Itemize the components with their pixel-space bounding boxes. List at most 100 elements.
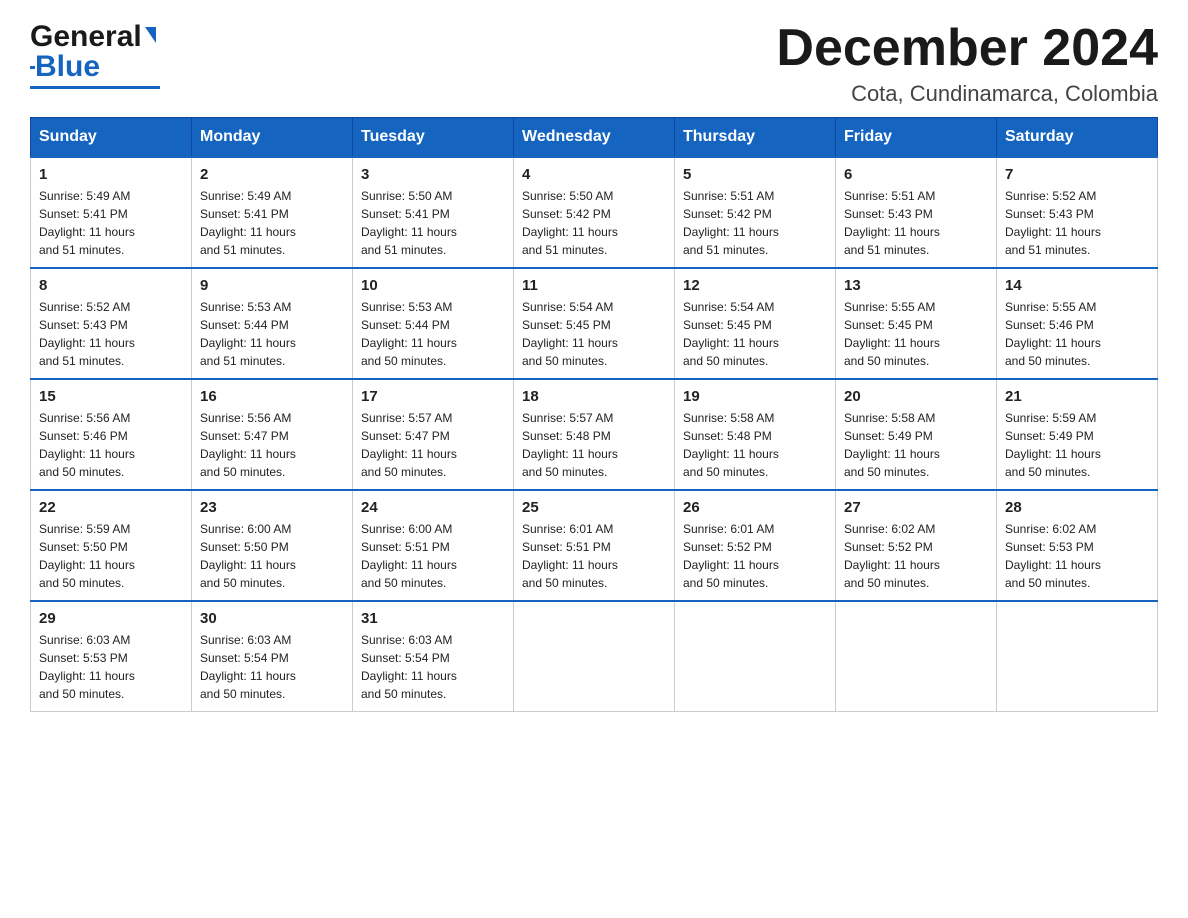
day-info: Sunrise: 5:51 AM Sunset: 5:42 PM Dayligh…	[683, 187, 827, 259]
logo: General Blue	[30, 20, 160, 89]
calendar-cell: 10 Sunrise: 5:53 AM Sunset: 5:44 PM Dayli…	[353, 268, 514, 379]
calendar-cell: 15 Sunrise: 5:56 AM Sunset: 5:46 PM Dayli…	[31, 379, 192, 490]
day-info: Sunrise: 5:59 AM Sunset: 5:50 PM Dayligh…	[39, 520, 183, 592]
day-info: Sunrise: 5:53 AM Sunset: 5:44 PM Dayligh…	[361, 298, 505, 370]
day-info: Sunrise: 5:50 AM Sunset: 5:41 PM Dayligh…	[361, 187, 505, 259]
day-info: Sunrise: 5:52 AM Sunset: 5:43 PM Dayligh…	[39, 298, 183, 370]
day-info: Sunrise: 5:56 AM Sunset: 5:47 PM Dayligh…	[200, 409, 344, 481]
calendar-cell: 5 Sunrise: 5:51 AM Sunset: 5:42 PM Daylig…	[675, 157, 836, 268]
day-number: 6	[844, 166, 988, 183]
day-info: Sunrise: 5:54 AM Sunset: 5:45 PM Dayligh…	[683, 298, 827, 370]
logo-underline	[30, 86, 160, 89]
day-info: Sunrise: 5:49 AM Sunset: 5:41 PM Dayligh…	[39, 187, 183, 259]
day-info: Sunrise: 6:03 AM Sunset: 5:53 PM Dayligh…	[39, 631, 183, 703]
column-header-saturday: Saturday	[997, 118, 1158, 158]
day-info: Sunrise: 5:52 AM Sunset: 5:43 PM Dayligh…	[1005, 187, 1149, 259]
day-number: 13	[844, 277, 988, 294]
day-info: Sunrise: 5:58 AM Sunset: 5:49 PM Dayligh…	[844, 409, 988, 481]
day-number: 5	[683, 166, 827, 183]
day-info: Sunrise: 6:00 AM Sunset: 5:50 PM Dayligh…	[200, 520, 344, 592]
day-number: 24	[361, 499, 505, 516]
day-info: Sunrise: 5:49 AM Sunset: 5:41 PM Dayligh…	[200, 187, 344, 259]
day-info: Sunrise: 5:51 AM Sunset: 5:43 PM Dayligh…	[844, 187, 988, 259]
calendar-cell: 13Sunrise: 5:55 AM Sunset: 5:45 PM Dayli…	[836, 268, 997, 379]
page-header: General Blue December 2024 Cota, Cundina…	[30, 20, 1158, 107]
calendar-cell: 26 Sunrise: 6:01 AM Sunset: 5:52 PM Dayli…	[675, 490, 836, 601]
day-number: 23	[200, 499, 344, 516]
day-info: Sunrise: 5:50 AM Sunset: 5:42 PM Dayligh…	[522, 187, 666, 259]
calendar-cell: 27 Sunrise: 6:02 AM Sunset: 5:52 PM Dayli…	[836, 490, 997, 601]
day-info: Sunrise: 5:57 AM Sunset: 5:48 PM Dayligh…	[522, 409, 666, 481]
calendar-cell: 8 Sunrise: 5:52 AM Sunset: 5:43 PM Daylig…	[31, 268, 192, 379]
day-number: 11	[522, 277, 666, 294]
calendar-cell: 16 Sunrise: 5:56 AM Sunset: 5:47 PM Dayli…	[192, 379, 353, 490]
day-number: 14	[1005, 277, 1149, 294]
day-info: Sunrise: 5:58 AM Sunset: 5:48 PM Dayligh…	[683, 409, 827, 481]
day-info: Sunrise: 5:59 AM Sunset: 5:49 PM Dayligh…	[1005, 409, 1149, 481]
day-number: 19	[683, 388, 827, 405]
calendar-cell	[514, 601, 675, 712]
calendar-cell: 11 Sunrise: 5:54 AM Sunset: 5:45 PM Dayli…	[514, 268, 675, 379]
calendar-subtitle: Cota, Cundinamarca, Colombia	[776, 81, 1158, 107]
calendar-cell: 1 Sunrise: 5:49 AM Sunset: 5:41 PM Daylig…	[31, 157, 192, 268]
day-info: Sunrise: 6:02 AM Sunset: 5:52 PM Dayligh…	[844, 520, 988, 592]
column-header-tuesday: Tuesday	[353, 118, 514, 158]
day-number: 8	[39, 277, 183, 294]
day-number: 2	[200, 166, 344, 183]
calendar-cell: 7 Sunrise: 5:52 AM Sunset: 5:43 PM Daylig…	[997, 157, 1158, 268]
column-header-wednesday: Wednesday	[514, 118, 675, 158]
calendar-header-row: SundayMondayTuesdayWednesdayThursdayFrid…	[31, 118, 1158, 158]
calendar-week-4: 22Sunrise: 5:59 AM Sunset: 5:50 PM Dayli…	[31, 490, 1158, 601]
day-number: 1	[39, 166, 183, 183]
logo-blue: Blue	[35, 50, 100, 84]
day-number: 18	[522, 388, 666, 405]
calendar-cell: 6 Sunrise: 5:51 AM Sunset: 5:43 PM Daylig…	[836, 157, 997, 268]
day-info: Sunrise: 6:03 AM Sunset: 5:54 PM Dayligh…	[361, 631, 505, 703]
calendar-cell: 29Sunrise: 6:03 AM Sunset: 5:53 PM Dayli…	[31, 601, 192, 712]
day-info: Sunrise: 5:57 AM Sunset: 5:47 PM Dayligh…	[361, 409, 505, 481]
calendar-cell: 25Sunrise: 6:01 AM Sunset: 5:51 PM Dayli…	[514, 490, 675, 601]
calendar-cell: 28Sunrise: 6:02 AM Sunset: 5:53 PM Dayli…	[997, 490, 1158, 601]
day-number: 15	[39, 388, 183, 405]
day-number: 28	[1005, 499, 1149, 516]
day-number: 7	[1005, 166, 1149, 183]
calendar-cell: 22Sunrise: 5:59 AM Sunset: 5:50 PM Dayli…	[31, 490, 192, 601]
day-number: 9	[200, 277, 344, 294]
calendar-cell: 14 Sunrise: 5:55 AM Sunset: 5:46 PM Dayli…	[997, 268, 1158, 379]
calendar-cell	[836, 601, 997, 712]
day-info: Sunrise: 6:01 AM Sunset: 5:52 PM Dayligh…	[683, 520, 827, 592]
calendar-cell: 21 Sunrise: 5:59 AM Sunset: 5:49 PM Dayli…	[997, 379, 1158, 490]
calendar-cell: 30Sunrise: 6:03 AM Sunset: 5:54 PM Dayli…	[192, 601, 353, 712]
calendar-cell: 12 Sunrise: 5:54 AM Sunset: 5:45 PM Dayli…	[675, 268, 836, 379]
day-number: 27	[844, 499, 988, 516]
day-number: 10	[361, 277, 505, 294]
day-number: 31	[361, 610, 505, 627]
day-number: 30	[200, 610, 344, 627]
day-number: 3	[361, 166, 505, 183]
calendar-cell	[997, 601, 1158, 712]
day-number: 21	[1005, 388, 1149, 405]
calendar-cell: 19 Sunrise: 5:58 AM Sunset: 5:48 PM Dayli…	[675, 379, 836, 490]
day-number: 4	[522, 166, 666, 183]
day-info: Sunrise: 5:55 AM Sunset: 5:46 PM Dayligh…	[1005, 298, 1149, 370]
day-number: 12	[683, 277, 827, 294]
calendar-cell: 31 Sunrise: 6:03 AM Sunset: 5:54 PM Dayli…	[353, 601, 514, 712]
calendar-cell: 2 Sunrise: 5:49 AM Sunset: 5:41 PM Daylig…	[192, 157, 353, 268]
column-header-monday: Monday	[192, 118, 353, 158]
logo-general: General	[30, 20, 142, 54]
day-number: 17	[361, 388, 505, 405]
calendar-week-3: 15 Sunrise: 5:56 AM Sunset: 5:46 PM Dayli…	[31, 379, 1158, 490]
day-info: Sunrise: 5:56 AM Sunset: 5:46 PM Dayligh…	[39, 409, 183, 481]
logo-triangle-icon	[145, 27, 156, 43]
day-info: Sunrise: 5:54 AM Sunset: 5:45 PM Dayligh…	[522, 298, 666, 370]
day-number: 16	[200, 388, 344, 405]
day-number: 25	[522, 499, 666, 516]
calendar-cell	[675, 601, 836, 712]
column-header-friday: Friday	[836, 118, 997, 158]
day-number: 26	[683, 499, 827, 516]
calendar-cell: 3 Sunrise: 5:50 AM Sunset: 5:41 PM Daylig…	[353, 157, 514, 268]
day-info: Sunrise: 5:53 AM Sunset: 5:44 PM Dayligh…	[200, 298, 344, 370]
calendar-week-5: 29Sunrise: 6:03 AM Sunset: 5:53 PM Dayli…	[31, 601, 1158, 712]
calendar-cell: 23 Sunrise: 6:00 AM Sunset: 5:50 PM Dayli…	[192, 490, 353, 601]
calendar-cell: 9 Sunrise: 5:53 AM Sunset: 5:44 PM Daylig…	[192, 268, 353, 379]
